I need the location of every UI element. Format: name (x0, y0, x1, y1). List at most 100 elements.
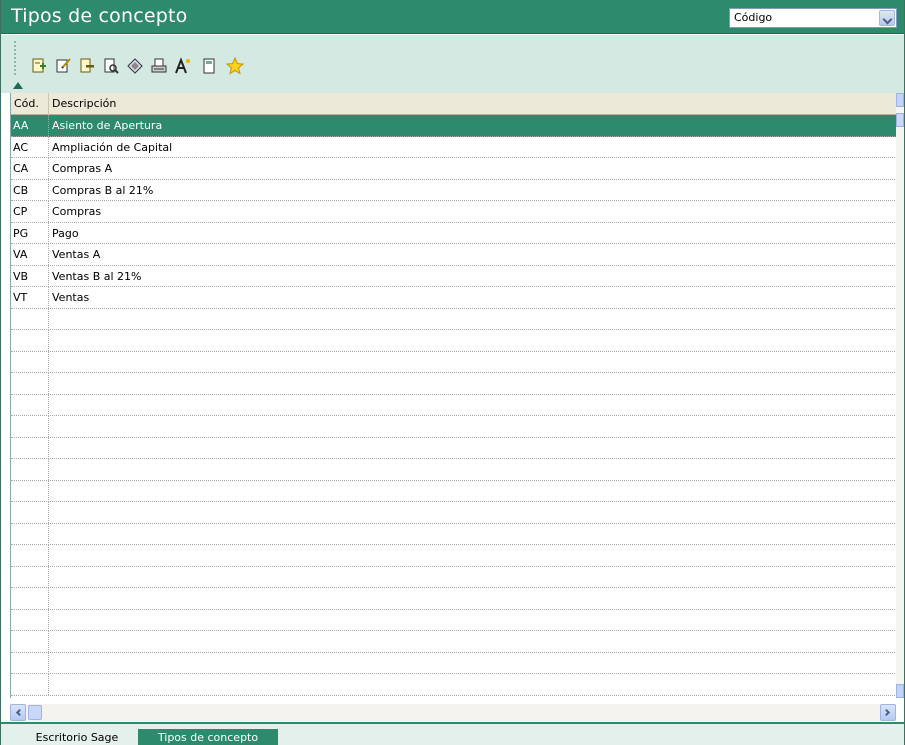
print-icon[interactable] (149, 56, 169, 76)
collapse-toolbar-icon[interactable] (13, 82, 23, 89)
calculator-icon[interactable] (199, 56, 219, 76)
filter-icon[interactable] (125, 56, 145, 76)
sort-field-select[interactable]: Código (729, 8, 897, 28)
empty-table-row[interactable] (11, 459, 896, 481)
cell-description (49, 653, 896, 674)
toolbar-grip[interactable] (14, 41, 18, 75)
cell-code (11, 631, 49, 652)
horizontal-scrollbar[interactable] (10, 704, 896, 721)
empty-table-row[interactable] (11, 308, 896, 330)
cell-description: Compras B al 21% (52, 183, 154, 197)
cell-description: Ampliación de Capital (52, 140, 173, 154)
empty-table-row[interactable] (11, 480, 896, 502)
cell-description (49, 438, 896, 459)
cell-code (11, 480, 49, 502)
table-row[interactable]: AA Asiento de Apertura (11, 115, 896, 137)
cell-description (49, 481, 896, 502)
table-row[interactable]: CP Compras (11, 201, 896, 223)
empty-table-row[interactable] (11, 674, 896, 696)
scroll-down-icon[interactable] (896, 684, 904, 698)
cell-code (11, 566, 49, 588)
table-row[interactable]: VB Ventas B al 21% (11, 265, 896, 287)
empty-table-row[interactable] (11, 609, 896, 631)
favorite-star-icon[interactable] (225, 56, 245, 76)
scroll-up-icon[interactable] (896, 93, 904, 107)
cell-description (49, 330, 896, 351)
column-header-code[interactable]: Cód. (11, 93, 49, 115)
empty-table-row[interactable] (11, 502, 896, 524)
chevron-down-icon[interactable] (879, 10, 895, 26)
cell-code (11, 351, 49, 373)
table-row[interactable]: VT Ventas (11, 287, 896, 309)
toolbar (1, 35, 904, 93)
concept-types-grid: Cód. Descripción AA Asiento de Apertura AC… (10, 93, 896, 698)
empty-table-row[interactable] (11, 523, 896, 545)
empty-table-row[interactable] (11, 394, 896, 416)
cell-description (49, 459, 896, 480)
scroll-left-icon[interactable] (10, 704, 26, 721)
empty-table-row[interactable] (11, 631, 896, 653)
font-icon[interactable] (173, 56, 193, 76)
cell-code: AA (11, 115, 49, 136)
cell-code: VA (11, 244, 49, 265)
window-frame: Tipos de concepto Código Cód. Descripció… (0, 0, 905, 745)
edit-icon[interactable] (53, 56, 73, 76)
cell-code: VT (11, 287, 49, 308)
cell-description (49, 352, 896, 373)
empty-table-row[interactable] (11, 545, 896, 567)
cell-description: Compras (52, 205, 102, 218)
empty-table-row[interactable] (11, 652, 896, 674)
cell-code (11, 609, 49, 631)
cell-code (11, 652, 49, 674)
empty-table-row[interactable] (11, 330, 896, 352)
cell-code (11, 416, 49, 437)
empty-table-row[interactable] (11, 437, 896, 459)
cell-code (11, 502, 49, 523)
cell-code (11, 674, 49, 695)
column-header-description[interactable]: Descripción (49, 93, 896, 115)
table-row[interactable]: CA Compras A (11, 158, 896, 180)
cell-description: Ventas A (52, 248, 101, 261)
cell-description (49, 416, 896, 437)
cell-code (11, 588, 49, 609)
cell-description: Ventas B al 21% (52, 269, 142, 283)
table-row[interactable]: PG Pago (11, 222, 896, 244)
tab-tipos-de-concepto[interactable]: Tipos de concepto (138, 729, 278, 745)
cell-code (11, 437, 49, 459)
cell-code: CP (11, 201, 49, 222)
cell-description (49, 524, 896, 545)
cell-code (11, 523, 49, 545)
delete-icon[interactable] (77, 56, 97, 76)
tab-escritorio-sage[interactable]: Escritorio Sage (21, 729, 133, 745)
empty-table-row[interactable] (11, 351, 896, 373)
vertical-scroll-thumb[interactable] (896, 113, 904, 127)
table-row[interactable]: VA Ventas A (11, 244, 896, 266)
cell-description (49, 545, 896, 566)
sort-field-value: Código (734, 11, 773, 24)
cell-description: Pago (52, 226, 79, 240)
cell-description (49, 373, 896, 394)
cell-description (49, 502, 896, 523)
cell-code (11, 394, 49, 416)
cell-code: CB (11, 179, 49, 201)
scroll-right-icon[interactable] (880, 704, 896, 721)
empty-table-row[interactable] (11, 373, 896, 395)
cell-description (49, 395, 896, 416)
horizontal-scroll-thumb[interactable] (28, 705, 42, 720)
table-row[interactable]: AC Ampliación de Capital (11, 136, 896, 158)
vertical-scrollbar[interactable] (896, 93, 904, 698)
cell-description (49, 610, 896, 631)
window-title: Tipos de concepto (11, 5, 188, 27)
new-icon[interactable] (29, 56, 49, 76)
cell-description: Ventas (52, 291, 90, 304)
empty-table-row[interactable] (11, 566, 896, 588)
empty-table-row[interactable] (11, 588, 896, 610)
table-row[interactable]: CB Compras B al 21% (11, 179, 896, 201)
cell-code: CA (11, 158, 49, 179)
empty-table-row[interactable] (11, 416, 896, 438)
cell-code (11, 545, 49, 566)
cell-description: Compras A (52, 162, 113, 175)
cell-description: Asiento de Apertura (52, 119, 163, 132)
tab-strip: Escritorio Sage Tipos de concepto (1, 722, 904, 745)
search-icon[interactable] (101, 56, 121, 76)
